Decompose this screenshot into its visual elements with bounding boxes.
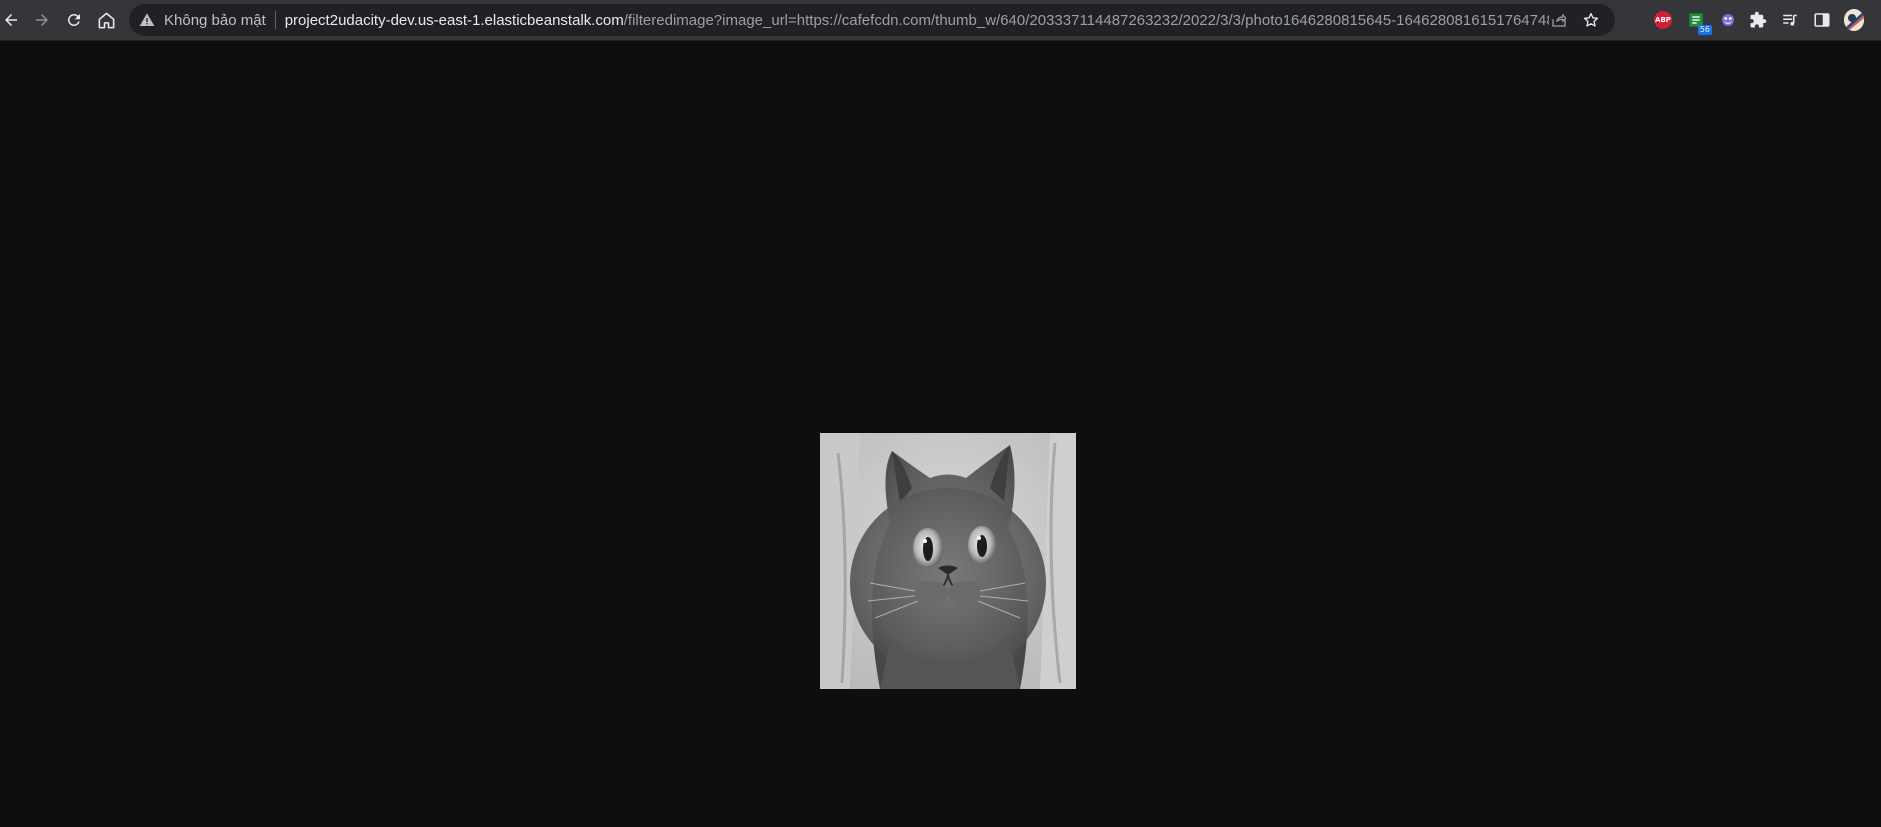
- bookmark-button[interactable]: [1581, 10, 1601, 30]
- arrow-right-icon: [36, 14, 48, 26]
- url-text[interactable]: project2udacity-dev.us-east-1.elasticbea…: [285, 12, 1549, 29]
- star-icon: [1583, 12, 1599, 27]
- security-indicator[interactable]: Không bảo mật: [129, 4, 266, 36]
- side-panel-icon: [1814, 13, 1830, 27]
- forward-button[interactable]: [28, 6, 56, 34]
- reload-button[interactable]: [60, 6, 88, 34]
- extension-badge: 56: [1697, 25, 1712, 35]
- browser-toolbar: Không bảo mật project2udacity-dev.us-eas…: [0, 0, 1881, 41]
- side-panel-button[interactable]: [1812, 10, 1832, 30]
- omnibox-actions: [1549, 10, 1615, 30]
- extension-purple-button[interactable]: [1718, 10, 1738, 30]
- media-control-icon: [1783, 14, 1797, 26]
- profile-button[interactable]: [1844, 9, 1864, 31]
- page-viewport: [0, 41, 1881, 827]
- address-bar[interactable]: Không bảo mật project2udacity-dev.us-eas…: [129, 4, 1615, 36]
- back-button[interactable]: [0, 6, 25, 34]
- home-button[interactable]: [92, 6, 120, 34]
- cat-photo: [820, 433, 1076, 689]
- reload-icon: [67, 13, 80, 26]
- profile-avatar: [1844, 9, 1864, 31]
- filtered-image: [820, 433, 1076, 689]
- extensions-menu-button[interactable]: [1748, 10, 1768, 30]
- puzzle-icon: [1750, 11, 1767, 28]
- share-icon: [1552, 14, 1567, 27]
- extension-purple-icon: [1722, 14, 1734, 26]
- url-host: project2udacity-dev.us-east-1.elasticbea…: [284, 11, 624, 29]
- media-control-button[interactable]: [1780, 10, 1800, 30]
- omnibox-divider: [274, 11, 276, 29]
- url-path: /filteredimage?image_url=https://cafefcd…: [623, 11, 1549, 29]
- share-button[interactable]: [1549, 10, 1569, 30]
- security-label: Không bảo mật: [164, 11, 266, 29]
- adblock-plus-button[interactable]: ABP: [1653, 10, 1673, 30]
- extension-green-button[interactable]: 56: [1686, 10, 1712, 35]
- home-icon: [98, 12, 114, 28]
- arrow-left-icon: [5, 14, 17, 26]
- warning-triangle-icon: [139, 13, 155, 26]
- adblock-plus-icon: ABP: [1654, 11, 1672, 29]
